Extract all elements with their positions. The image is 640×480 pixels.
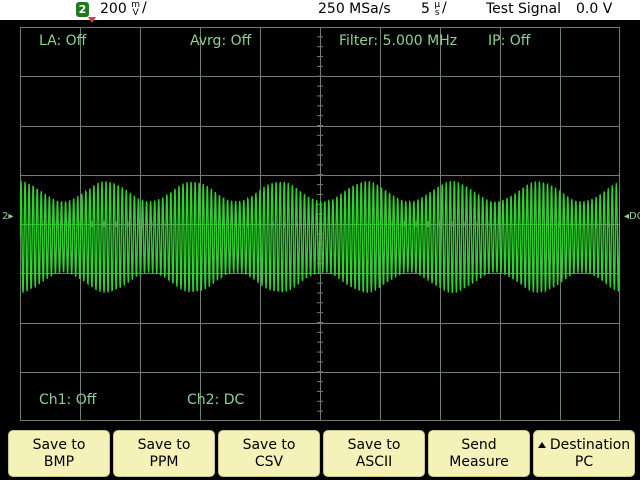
channel-ground-marker[interactable]: 2▸: [2, 211, 13, 222]
ch1-status: Ch1: Off: [39, 392, 97, 408]
trigger-position-marker[interactable]: [88, 17, 96, 23]
vertical-scale-unit: m V: [131, 0, 140, 18]
save-csv-button[interactable]: Save to CSV: [218, 430, 320, 477]
ch2-status: Ch2: DC: [187, 392, 245, 408]
send-measure-button[interactable]: Send Measure: [428, 430, 530, 477]
averaging-status: Avrg: Off: [190, 33, 252, 49]
save-bmp-button[interactable]: Save to BMP: [8, 430, 110, 477]
test-signal-label: Test Signal: [486, 1, 562, 17]
chevron-up-icon: [537, 441, 546, 448]
filter-status: Filter: 5.000 MHz: [339, 33, 458, 49]
trigger-level-marker[interactable]: ◂DC: [624, 211, 640, 222]
la-status: LA: Off: [39, 33, 87, 49]
save-ppm-button[interactable]: Save to PPM: [113, 430, 215, 477]
destination-pc-button[interactable]: Destination PC: [533, 430, 635, 477]
sample-rate: 250 MSa/s: [318, 1, 391, 17]
time-scale: 5 µ s: [421, 0, 441, 18]
softkey-bar: Save to BMP Save to PPM Save to CSV Save…: [0, 428, 640, 480]
ip-status: IP: Off: [488, 33, 531, 49]
vertical-scale: 200 m V: [100, 0, 140, 18]
slash-divider: /: [142, 0, 147, 16]
waveform-display[interactable]: [20, 27, 620, 421]
vertical-scale-value: 200: [100, 1, 127, 17]
slash-divider-2: /: [442, 0, 447, 16]
time-scale-unit: µ s: [434, 0, 441, 18]
save-ascii-button[interactable]: Save to ASCII: [323, 430, 425, 477]
test-signal-value: 0.0 V: [576, 1, 613, 17]
channel-badge: 2: [76, 2, 89, 17]
status-bar: 2 200 m V / 250 MSa/s 5 µ s / Test Signa…: [0, 0, 640, 20]
